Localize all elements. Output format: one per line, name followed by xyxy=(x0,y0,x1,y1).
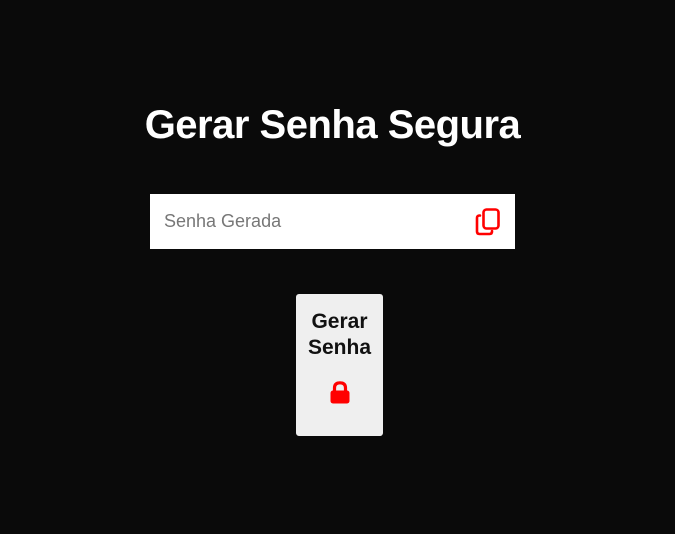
generate-password-label: Gerar Senha xyxy=(307,310,372,359)
generate-password-button[interactable]: Gerar Senha xyxy=(296,294,383,436)
copy-password-button[interactable] xyxy=(465,194,515,249)
page-title: Gerar Senha Segura xyxy=(144,103,521,147)
password-field-container xyxy=(150,194,515,249)
copy-icon xyxy=(475,207,500,235)
lock-icon xyxy=(330,381,349,404)
password-output-field[interactable] xyxy=(150,194,465,249)
